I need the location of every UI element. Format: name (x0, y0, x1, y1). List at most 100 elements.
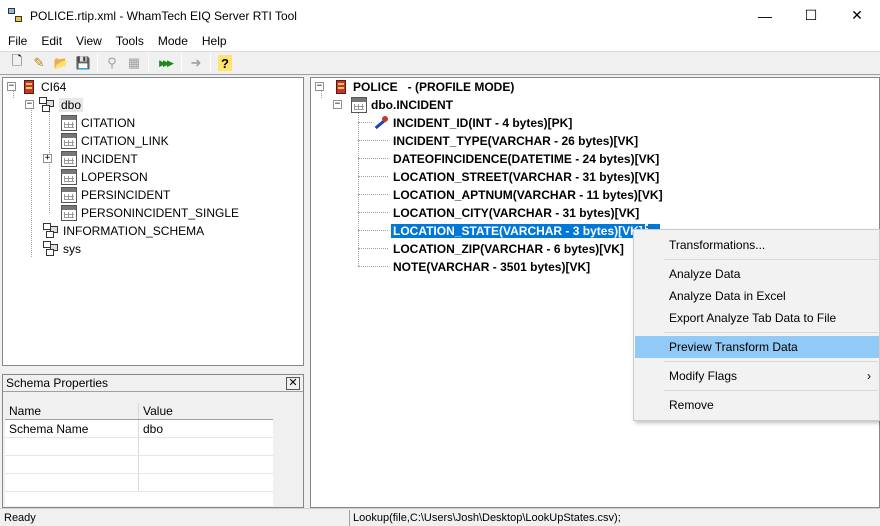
tree-node-citation-link[interactable]: CITATION_LINK (61, 132, 169, 150)
tree-node-personincident-single[interactable]: PERSONINCIDENT_SINGLE (61, 204, 239, 222)
help-icon[interactable]: ? (218, 55, 232, 71)
field-note[interactable]: NOTE(VARCHAR - 3501 bytes)[VK] (393, 258, 590, 276)
tree-label: INFORMATION_SCHEMA (63, 224, 205, 238)
menu-remove[interactable]: Remove (635, 394, 879, 416)
tree-node-loperson[interactable]: LOPERSON (61, 168, 148, 186)
menu-export-analyze-tab[interactable]: Export Analyze Tab Data to File (635, 307, 879, 329)
save-icon[interactable]: 💾 (72, 53, 94, 73)
menu-help[interactable]: Help (195, 31, 234, 51)
tree-label: dbo.INCIDENT (371, 98, 453, 112)
new-file-icon[interactable]: 🗋 (6, 53, 28, 73)
menu-separator (664, 259, 878, 260)
field-label: LOCATION_STREET(VARCHAR - 31 bytes)[VK] (393, 170, 660, 184)
tree-line (358, 158, 388, 159)
server-icon (333, 79, 349, 95)
collapse-icon[interactable]: − (7, 82, 16, 91)
menu-analyze-data-excel[interactable]: Analyze Data in Excel (635, 285, 879, 307)
field-location-street[interactable]: LOCATION_STREET(VARCHAR - 31 bytes)[VK] (393, 168, 659, 186)
tree-label: INCIDENT (81, 152, 138, 166)
submenu-arrow-icon: › (867, 369, 871, 383)
menu-transformations[interactable]: Transformations... (635, 234, 879, 256)
field-incident-id[interactable]: INCIDENT_ID(INT - 4 bytes)[PK] (373, 114, 572, 132)
run-arrows-icon[interactable]: ▶▶▶ (152, 53, 178, 73)
tree-line (358, 230, 388, 231)
field-label: INCIDENT_ID(INT - 4 bytes)[PK] (393, 116, 573, 130)
field-dateofincidence[interactable]: DATEOFINCIDENCE(DATETIME - 24 bytes)[VK] (393, 150, 659, 168)
property-value[interactable]: dbo (139, 420, 273, 437)
field-label: LOCATION_APTNUM(VARCHAR - 11 bytes)[VK] (393, 188, 663, 202)
tree-label: dbo (59, 98, 84, 112)
field-label: LOCATION_CITY(VARCHAR - 31 bytes)[VK] (393, 206, 640, 220)
tree-label: CITATION (81, 116, 136, 130)
tree-line (31, 102, 32, 257)
tree-node-ci64[interactable]: − CI64 (7, 78, 66, 96)
menu-view[interactable]: View (69, 31, 109, 51)
tree-node-dbo[interactable]: − dbo (25, 96, 84, 114)
status-bar: Ready Lookup(file,C:\Users\Josh\Desktop\… (0, 508, 880, 526)
column-header-value[interactable]: Value (139, 403, 273, 419)
schema-icon (39, 97, 55, 113)
field-location-state-selected[interactable]: LOCATION_STATE(VARCHAR - 3 bytes)[VK] (390, 222, 660, 240)
database-tree[interactable]: − CI64 − dbo CITATION CITATION_LINK + IN… (2, 77, 304, 366)
table-icon (351, 97, 367, 113)
forward-arrow-icon[interactable]: ➜ (185, 53, 207, 73)
column-header-name[interactable]: Name (5, 403, 139, 419)
menu-preview-transform-data[interactable]: Preview Transform Data (635, 336, 879, 358)
tree-node-information-schema[interactable]: INFORMATION_SCHEMA (43, 222, 204, 240)
field-label: INCIDENT_TYPE(VARCHAR - 26 bytes)[VK] (393, 134, 639, 148)
grid-row-empty (5, 474, 273, 492)
tree-node-persincident[interactable]: PERSINCIDENT (61, 186, 170, 204)
horizontal-splitter[interactable] (2, 367, 304, 373)
collapse-icon[interactable]: − (25, 100, 34, 109)
tree-node-dbo-incident[interactable]: − dbo.INCIDENT (333, 96, 453, 114)
schema-properties-panel: Schema Properties ✕ Name Value Schema Na… (2, 374, 304, 508)
tree-label: PERSONINCIDENT_SINGLE (81, 206, 240, 220)
close-button[interactable]: ✕ (834, 0, 880, 31)
toolbar: 🗋 ✎ 📂 💾 ⚲ ▦ ▶▶▶ ➜ ? (0, 51, 880, 75)
menu-mode[interactable]: Mode (151, 31, 195, 51)
field-label: LOCATION_STATE(VARCHAR - 3 bytes)[VK] (390, 223, 646, 239)
menu-tools[interactable]: Tools (109, 31, 151, 51)
field-location-aptnum[interactable]: LOCATION_APTNUM(VARCHAR - 11 bytes)[VK] (393, 186, 663, 204)
field-incident-type[interactable]: INCIDENT_TYPE(VARCHAR - 26 bytes)[VK] (393, 132, 638, 150)
tree-label: PERSINCIDENT (81, 188, 171, 202)
table-icon (61, 187, 77, 203)
grid-row[interactable]: Schema Name dbo (5, 420, 273, 438)
tree-line (358, 194, 388, 195)
toolbar-separator (210, 54, 211, 72)
edit-pencil-icon[interactable]: ✎ (28, 53, 50, 73)
field-location-zip[interactable]: LOCATION_ZIP(VARCHAR - 6 bytes)[VK] (393, 240, 624, 258)
menu-file[interactable]: File (0, 31, 34, 51)
field-location-city[interactable]: LOCATION_CITY(VARCHAR - 31 bytes)[VK] (393, 204, 639, 222)
maximize-button[interactable]: ☐ (788, 0, 834, 31)
tree-node-incident[interactable]: + INCIDENT (43, 150, 138, 168)
menu-bar: File Edit View Tools Mode Help (0, 31, 880, 51)
tree-node-citation[interactable]: CITATION (61, 114, 135, 132)
close-panel-icon[interactable]: ✕ (286, 376, 300, 390)
disabled-grid-icon[interactable]: ▦ (123, 53, 145, 73)
tree-line (358, 248, 388, 249)
collapse-icon[interactable]: − (315, 82, 324, 91)
tree-line (358, 140, 388, 141)
server-icon (21, 79, 37, 95)
properties-grid[interactable]: Name Value Schema Name dbo (5, 403, 273, 506)
grid-header: Name Value (5, 403, 273, 420)
property-name: Schema Name (5, 420, 139, 437)
app-icon (8, 7, 24, 24)
tree-node-police[interactable]: − POLICE - (PROFILE MODE) (315, 78, 514, 96)
menu-modify-flags[interactable]: Modify Flags › (635, 365, 879, 387)
tree-node-sys[interactable]: sys (43, 240, 81, 258)
minimize-button[interactable]: — (742, 0, 788, 31)
expand-icon[interactable]: + (43, 154, 52, 163)
menu-analyze-data[interactable]: Analyze Data (635, 263, 879, 285)
disabled-tool-icon[interactable]: ⚲ (101, 53, 123, 73)
grid-row-empty (5, 456, 273, 474)
table-icon (61, 115, 77, 131)
properties-scroll-area (273, 403, 303, 506)
menu-modify-flags-label: Modify Flags (669, 369, 738, 383)
menu-edit[interactable]: Edit (34, 31, 69, 51)
schema-properties-header: Schema Properties ✕ (3, 375, 303, 392)
open-folder-icon[interactable]: 📂 (50, 53, 72, 73)
collapse-icon[interactable]: − (333, 100, 342, 109)
table-icon (61, 133, 77, 149)
